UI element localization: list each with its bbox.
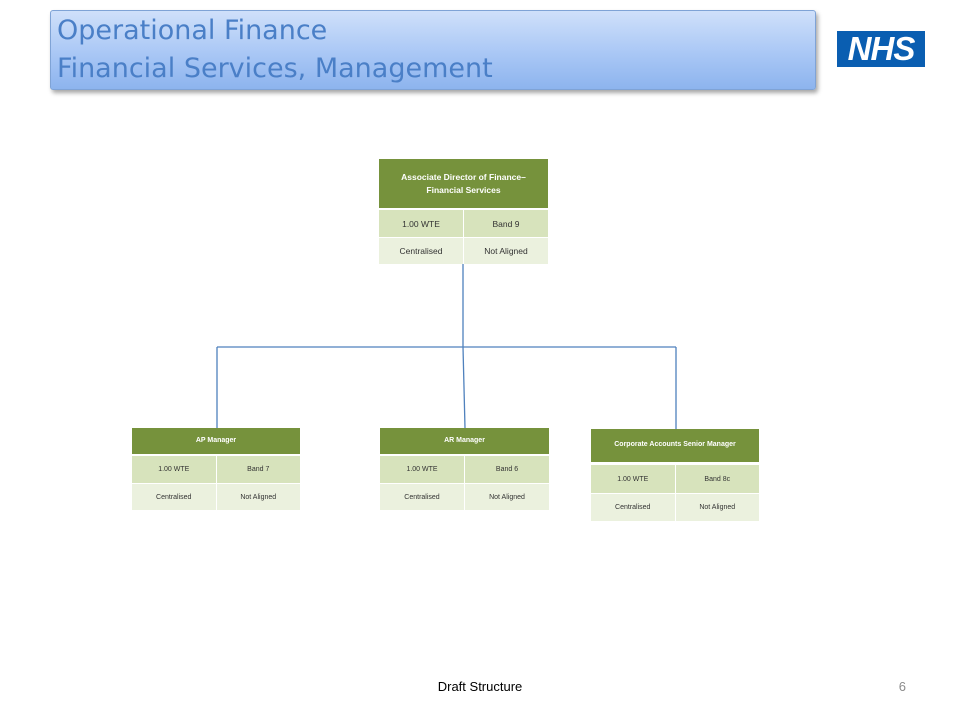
card-band: Band 6 [464, 456, 549, 483]
card-status: Centralised [380, 484, 464, 510]
card-band: Band 8c [674, 465, 759, 493]
card-alignment: Not Aligned [464, 484, 549, 510]
org-card-corporate-accounts: Corporate Accounts Senior Manager 1.00 W… [591, 429, 759, 521]
card-title: Associate Director of Finance– Financial… [379, 159, 548, 208]
connector-lines [216, 263, 677, 429]
card-row-wte-band: 1.00 WTE Band 8c [591, 462, 759, 493]
org-card-ap-manager: AP Manager 1.00 WTE Band 7 Centralised N… [132, 428, 300, 510]
card-row-status: Centralised Not Aligned [380, 483, 549, 510]
card-title: Corporate Accounts Senior Manager [591, 429, 759, 462]
card-wte: 1.00 WTE [132, 456, 216, 483]
card-title: AP Manager [132, 428, 300, 454]
card-title: AR Manager [380, 428, 549, 454]
page-number: 6 [898, 679, 906, 694]
card-row-wte-band: 1.00 WTE Band 6 [380, 454, 549, 483]
footer-label: Draft Structure [437, 679, 523, 694]
card-wte: 1.00 WTE [591, 465, 675, 493]
card-band: Band 9 [463, 210, 548, 237]
card-row-status: Centralised Not Aligned [132, 483, 300, 510]
card-band: Band 7 [215, 456, 300, 483]
org-card-ar-manager: AR Manager 1.00 WTE Band 6 Centralised N… [380, 428, 549, 510]
card-row-wte-band: 1.00 WTE Band 9 [379, 208, 548, 237]
card-row-status: Centralised Not Aligned [591, 493, 759, 521]
card-alignment: Not Aligned [674, 494, 759, 521]
card-status: Centralised [379, 238, 463, 264]
card-alignment: Not Aligned [215, 484, 300, 510]
card-wte: 1.00 WTE [380, 456, 464, 483]
card-status: Centralised [132, 484, 216, 510]
org-card-associate-director: Associate Director of Finance– Financial… [379, 159, 548, 264]
card-status: Centralised [591, 494, 675, 521]
connector-to-ar [462, 346, 466, 429]
card-row-status: Centralised Not Aligned [379, 237, 548, 264]
card-wte: 1.00 WTE [379, 210, 463, 237]
card-alignment: Not Aligned [463, 238, 548, 264]
card-row-wte-band: 1.00 WTE Band 7 [132, 454, 300, 483]
